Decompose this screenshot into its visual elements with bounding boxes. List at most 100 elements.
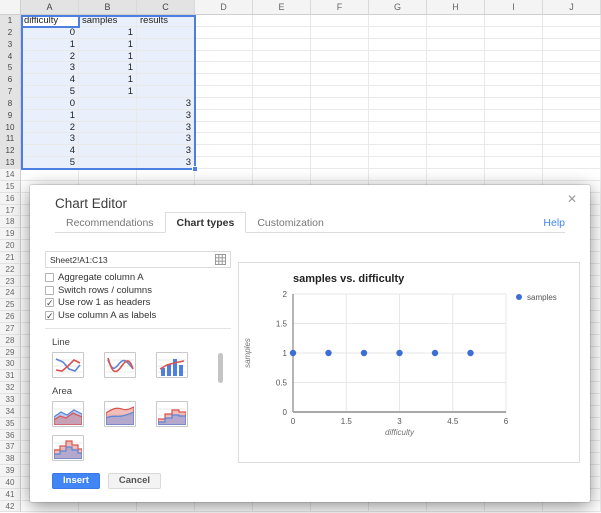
column-header-D[interactable]: D <box>195 0 253 15</box>
cell-D3[interactable] <box>195 39 253 51</box>
cell-J10[interactable] <box>543 122 601 134</box>
cell-G8[interactable] <box>369 98 427 110</box>
cell-E7[interactable] <box>253 86 311 98</box>
cell-G6[interactable] <box>369 74 427 86</box>
cell-B10[interactable] <box>79 122 137 134</box>
cell-H6[interactable] <box>427 74 485 86</box>
cell-G12[interactable] <box>369 145 427 157</box>
cell-A3[interactable]: 1 <box>21 39 79 51</box>
cell-B8[interactable] <box>79 98 137 110</box>
cell-F8[interactable] <box>311 98 369 110</box>
cell-A14[interactable] <box>21 169 79 181</box>
row-header-1[interactable]: 1 <box>0 15 21 27</box>
cell-C8[interactable]: 3 <box>137 98 195 110</box>
cell-H9[interactable] <box>427 110 485 122</box>
cell-F13[interactable] <box>311 157 369 169</box>
cell-A42[interactable] <box>21 501 79 513</box>
cell-D11[interactable] <box>195 133 253 145</box>
cell-D9[interactable] <box>195 110 253 122</box>
cell-C11[interactable]: 3 <box>137 133 195 145</box>
cell-A13[interactable]: 5 <box>21 157 79 169</box>
combo-chart-thumbnail[interactable] <box>156 352 188 378</box>
cell-J5[interactable] <box>543 62 601 74</box>
cell-H3[interactable] <box>427 39 485 51</box>
column-header-F[interactable]: F <box>311 0 369 15</box>
row-header-33[interactable]: 33 <box>0 394 21 406</box>
cell-D1[interactable] <box>195 15 253 27</box>
row-header-4[interactable]: 4 <box>0 51 21 63</box>
cell-C6[interactable] <box>137 74 195 86</box>
cell-H8[interactable] <box>427 98 485 110</box>
cell-A5[interactable]: 3 <box>21 62 79 74</box>
cell-H10[interactable] <box>427 122 485 134</box>
row-header-37[interactable]: 37 <box>0 441 21 453</box>
cell-J9[interactable] <box>543 110 601 122</box>
row-header-32[interactable]: 32 <box>0 382 21 394</box>
cell-E10[interactable] <box>253 122 311 134</box>
row-header-11[interactable]: 11 <box>0 133 21 145</box>
cell-B4[interactable]: 1 <box>79 51 137 63</box>
cell-B42[interactable] <box>79 501 137 513</box>
row-header-34[interactable]: 34 <box>0 406 21 418</box>
cell-B7[interactable]: 1 <box>79 86 137 98</box>
cell-C2[interactable] <box>137 27 195 39</box>
cell-B5[interactable]: 1 <box>79 62 137 74</box>
cell-G7[interactable] <box>369 86 427 98</box>
cell-D2[interactable] <box>195 27 253 39</box>
cell-H14[interactable] <box>427 169 485 181</box>
cell-A12[interactable]: 4 <box>21 145 79 157</box>
panel-scrollbar-thumb[interactable] <box>218 353 223 383</box>
cell-D12[interactable] <box>195 145 253 157</box>
checkbox-aggregate-column-a[interactable]: Aggregate column A <box>45 272 231 284</box>
cell-F3[interactable] <box>311 39 369 51</box>
column-header-J[interactable]: J <box>543 0 601 15</box>
row-header-3[interactable]: 3 <box>0 39 21 51</box>
row-header-23[interactable]: 23 <box>0 276 21 288</box>
cell-F10[interactable] <box>311 122 369 134</box>
checkbox-use-row-1-as-headers[interactable]: ✓Use row 1 as headers <box>45 297 231 309</box>
cell-B12[interactable] <box>79 145 137 157</box>
cell-C10[interactable]: 3 <box>137 122 195 134</box>
cell-I10[interactable] <box>485 122 543 134</box>
data-range-input[interactable] <box>50 255 200 265</box>
cell-H13[interactable] <box>427 157 485 169</box>
cell-C3[interactable] <box>137 39 195 51</box>
row-header-22[interactable]: 22 <box>0 264 21 276</box>
cell-B3[interactable]: 1 <box>79 39 137 51</box>
cell-H2[interactable] <box>427 27 485 39</box>
cell-J4[interactable] <box>543 51 601 63</box>
checkbox-checked-icon[interactable]: ✓ <box>45 298 54 307</box>
stepped-area-chart-thumbnail[interactable] <box>156 401 188 427</box>
cell-I8[interactable] <box>485 98 543 110</box>
row-header-21[interactable]: 21 <box>0 252 21 264</box>
cell-I3[interactable] <box>485 39 543 51</box>
row-header-19[interactable]: 19 <box>0 228 21 240</box>
cell-E42[interactable] <box>253 501 311 513</box>
row-header-10[interactable]: 10 <box>0 122 21 134</box>
row-header-7[interactable]: 7 <box>0 86 21 98</box>
row-header-36[interactable]: 36 <box>0 430 21 442</box>
cell-H5[interactable] <box>427 62 485 74</box>
row-header-31[interactable]: 31 <box>0 370 21 382</box>
cell-J8[interactable] <box>543 98 601 110</box>
cell-J12[interactable] <box>543 145 601 157</box>
cell-I7[interactable] <box>485 86 543 98</box>
cell-C12[interactable]: 3 <box>137 145 195 157</box>
cancel-button[interactable]: Cancel <box>108 473 161 489</box>
cell-J1[interactable] <box>543 15 601 27</box>
cell-G11[interactable] <box>369 133 427 145</box>
column-header-A[interactable]: A <box>21 0 79 15</box>
cell-E14[interactable] <box>253 169 311 181</box>
cell-F7[interactable] <box>311 86 369 98</box>
cell-A10[interactable]: 2 <box>21 122 79 134</box>
cell-A7[interactable]: 5 <box>21 86 79 98</box>
row-header-29[interactable]: 29 <box>0 347 21 359</box>
row-header-24[interactable]: 24 <box>0 287 21 299</box>
cell-F1[interactable] <box>311 15 369 27</box>
cell-J2[interactable] <box>543 27 601 39</box>
cell-A4[interactable]: 2 <box>21 51 79 63</box>
cell-I11[interactable] <box>485 133 543 145</box>
cell-D5[interactable] <box>195 62 253 74</box>
cell-G4[interactable] <box>369 51 427 63</box>
cell-I9[interactable] <box>485 110 543 122</box>
